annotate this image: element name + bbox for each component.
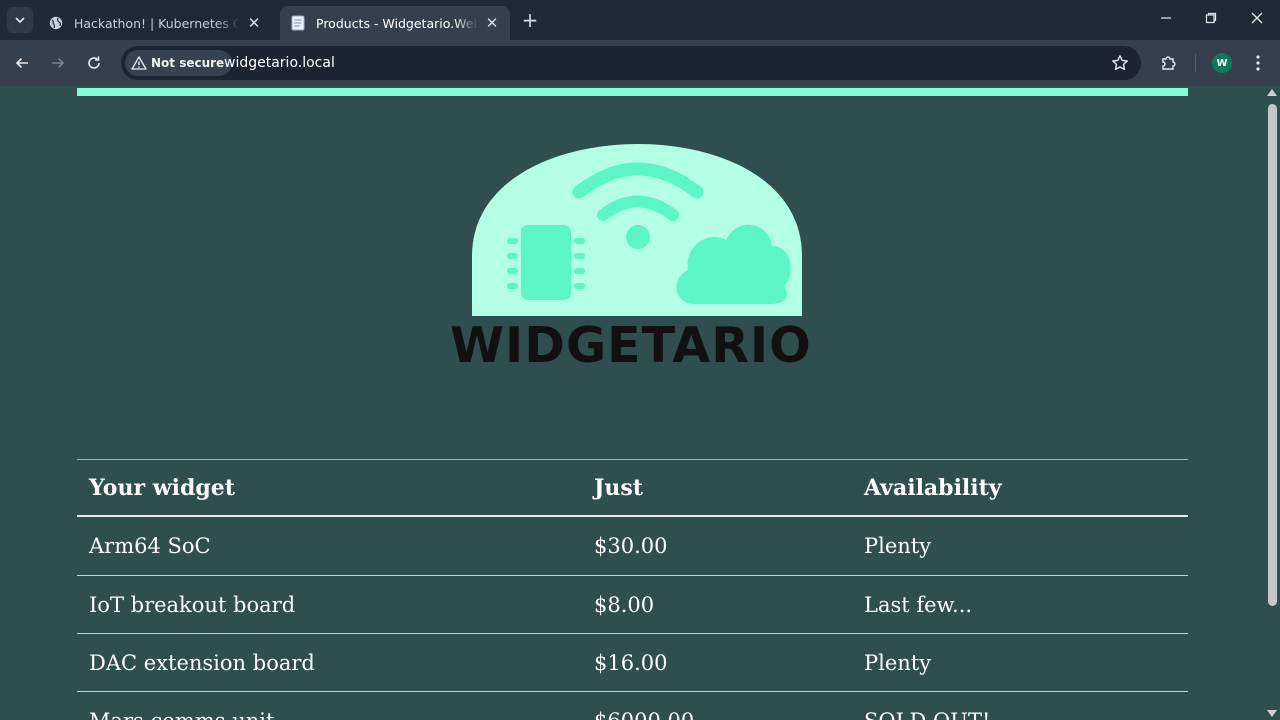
logo-wordmark: WIDGETARIO [450,317,812,374]
profile-avatar[interactable]: W [1212,53,1232,73]
page-viewport: WIDGETARIO Your widget Just Availability… [0,86,1264,720]
table-row: Arm64 SoC $30.00 Plenty [77,517,1188,575]
url-text[interactable]: widgetario.local [224,55,335,71]
reload-button[interactable] [82,51,106,75]
product-name: IoT breakout board [89,592,296,617]
back-button[interactable] [10,51,34,75]
globe-icon [48,15,64,31]
product-availability: SOLD OUT! [864,692,990,720]
arrow-right-icon [52,57,65,69]
close-icon[interactable]: ✕ [246,15,262,31]
scrollbar-thumb[interactable] [1268,104,1277,606]
tab-products[interactable]: Products - Widgetario.Web ✕ [280,6,510,40]
address-bar[interactable]: Not secure widgetario.local [121,46,1141,80]
table-row: DAC extension board $16.00 Plenty [77,633,1188,691]
toolbar-divider [1195,54,1196,72]
minimize-button[interactable] [1154,8,1178,32]
chevron-down-icon [15,17,25,24]
forward-button[interactable] [46,51,70,75]
new-tab-button[interactable]: + [520,10,540,30]
kebab-menu-icon [1256,55,1260,71]
menu-button[interactable] [1246,51,1270,75]
column-header-price: Just [594,474,643,501]
products-table: Your widget Just Availability Arm64 SoC … [77,459,1188,720]
restore-button[interactable] [1199,8,1223,32]
tab-title: Products - Widgetario.Web [316,15,478,31]
puzzle-icon [1162,56,1176,70]
widgetario-logo: WIDGETARIO [450,144,812,374]
browser-toolbar: Not secure widgetario.local [0,40,1280,86]
extensions-button[interactable] [1157,51,1181,75]
close-icon [1251,12,1263,24]
tab-title: Hackathon! | Kubernetes Course [74,15,240,31]
product-price: $8.00 [594,592,655,617]
column-header-widget: Your widget [89,474,235,501]
product-price: $6000.00 [594,692,694,720]
close-icon[interactable]: ✕ [484,15,500,31]
minimize-icon [1161,17,1171,19]
security-chip-label: Not secure [151,56,225,70]
restore-icon [1205,12,1217,24]
product-price: $30.00 [594,534,668,558]
header-accent-bar [77,88,1188,96]
page-icon [290,15,306,31]
tab-strip: Hackathon! | Kubernetes Course ✕ Product… [0,0,1280,40]
product-name: Arm64 SoC [89,534,211,558]
scroll-down-arrow-icon[interactable] [1267,710,1277,717]
product-availability: Plenty [864,650,932,675]
scroll-up-arrow-icon[interactable] [1267,89,1277,96]
table-row: Mars comms unit $6000.00 SOLD OUT! [77,691,1188,720]
product-name: DAC extension board [89,650,315,675]
warning-icon [131,56,147,70]
tab-search-button[interactable] [7,7,33,33]
close-window-button[interactable] [1245,8,1269,32]
security-chip[interactable]: Not secure [125,50,233,76]
arrow-left-icon [15,57,28,69]
product-name: Mars comms unit [89,692,274,720]
table-row: IoT breakout board $8.00 Last few... [77,575,1188,633]
page-scrollbar[interactable] [1264,86,1280,720]
reload-icon [88,56,100,69]
bookmark-star-icon[interactable] [1111,54,1129,72]
product-availability: Plenty [864,534,932,558]
product-availability: Last few... [864,592,973,617]
column-header-availability: Availability [864,474,1002,501]
tab-hackathon[interactable]: Hackathon! | Kubernetes Course ✕ [38,6,272,40]
table-header-row: Your widget Just Availability [77,459,1188,517]
product-price: $16.00 [594,650,668,675]
